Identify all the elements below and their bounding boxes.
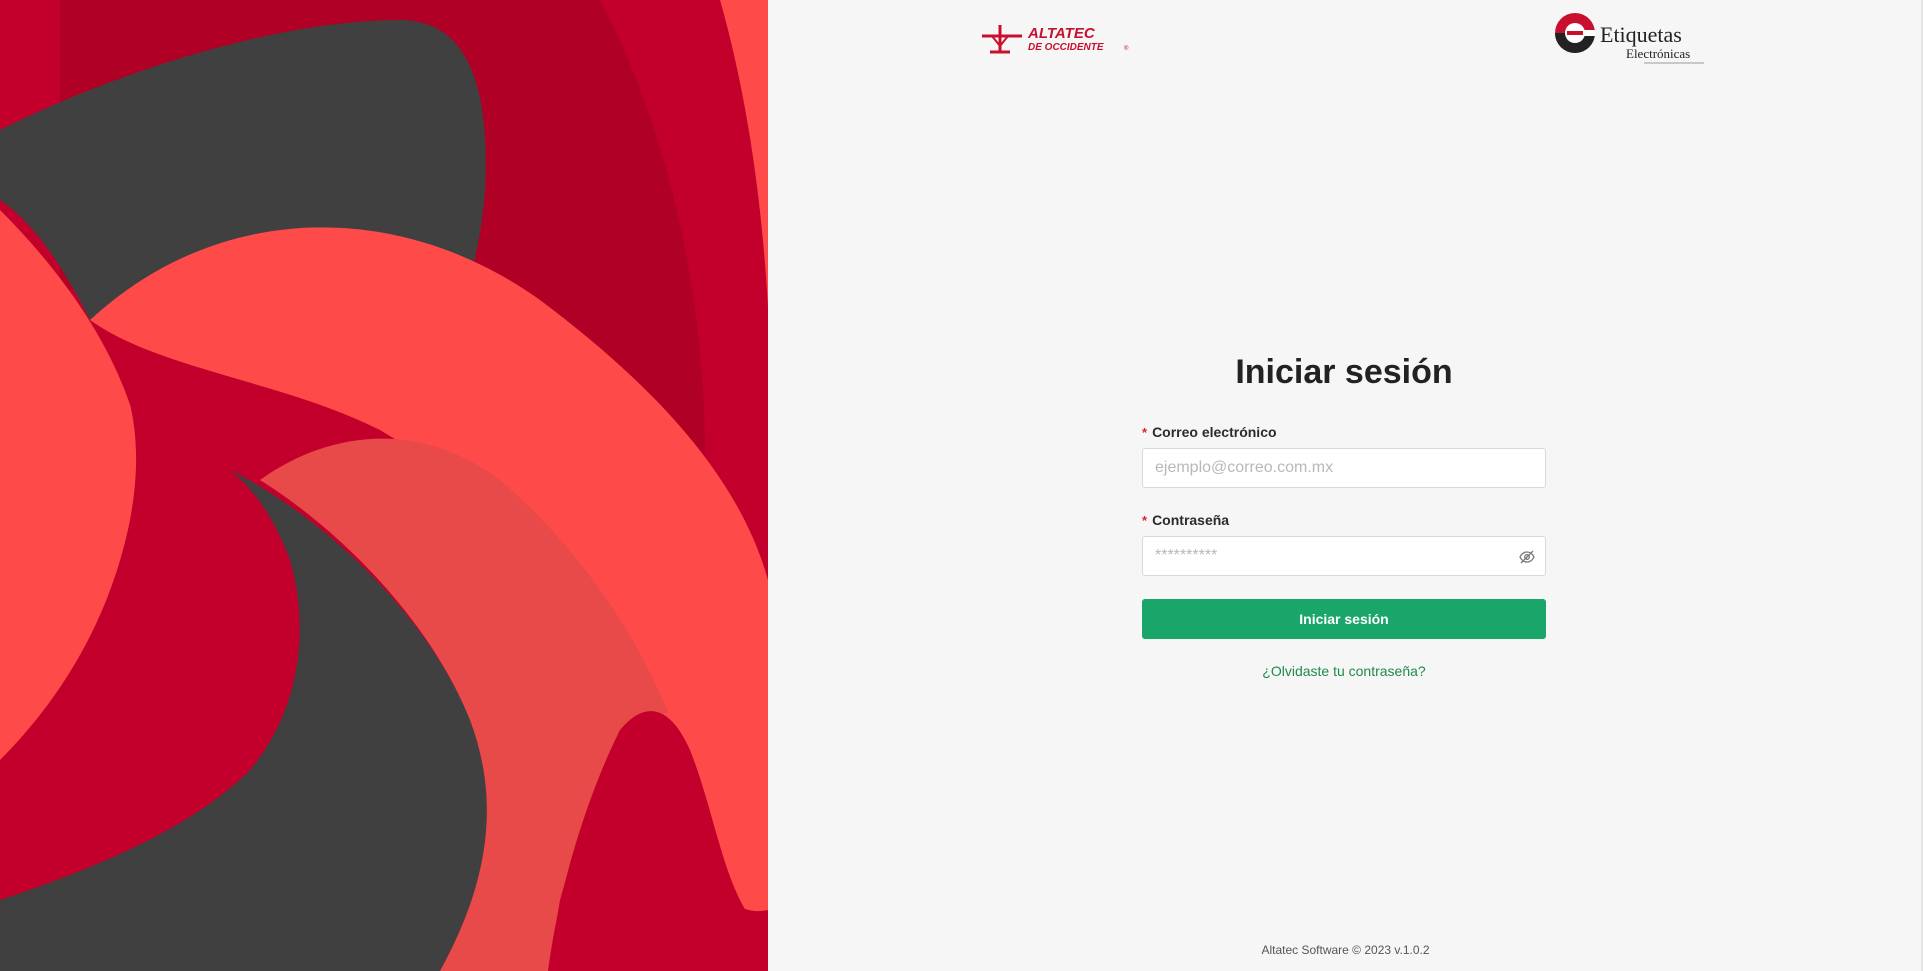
email-field-box xyxy=(1142,448,1546,488)
page-title: Iniciar sesión xyxy=(1235,353,1453,391)
abstract-waves-illustration xyxy=(0,0,768,971)
altatec-wordmark: ALTATEC xyxy=(1027,25,1096,42)
altatec-registered-mark: ® xyxy=(1124,45,1129,52)
password-input[interactable] xyxy=(1143,537,1545,575)
etiquetas-electronicas-logo: Etiquetas Electrónicas xyxy=(1554,12,1708,66)
eye-off-icon[interactable] xyxy=(1518,549,1536,565)
email-input[interactable] xyxy=(1143,449,1545,487)
required-asterisk: * xyxy=(1142,513,1148,528)
forgot-password-link[interactable]: ¿Olvidaste tu contraseña? xyxy=(1142,663,1546,679)
altatec-logo: ALTATEC DE OCCIDENTE ® xyxy=(980,22,1132,56)
footer-copyright: Altatec Software © 2023 v.1.0.2 xyxy=(1261,943,1430,957)
login-page: ALTATEC DE OCCIDENTE ® Etiquetas Electró… xyxy=(0,0,1923,971)
etiquetas-wordmark: Etiquetas xyxy=(1600,22,1682,47)
altatec-crane-icon xyxy=(982,25,1022,54)
password-field-group: * Contraseña xyxy=(1142,512,1546,576)
etiquetas-e-emblem-icon xyxy=(1555,13,1595,53)
altatec-subtitle: DE OCCIDENTE xyxy=(1028,42,1104,53)
email-field-group: * Correo electrónico xyxy=(1142,424,1546,488)
login-content-panel: ALTATEC DE OCCIDENTE ® Etiquetas Electró… xyxy=(768,0,1923,971)
login-form: Iniciar sesión * Correo electrónico * Cont… xyxy=(1142,346,1546,679)
password-field-box xyxy=(1142,536,1546,576)
password-label-text: Contraseña xyxy=(1152,512,1230,528)
decorative-art-panel xyxy=(0,0,768,971)
email-label: * Correo electrónico xyxy=(1142,424,1546,442)
electronicas-wordmark: Electrónicas xyxy=(1626,46,1690,61)
login-submit-button[interactable]: Iniciar sesión xyxy=(1142,599,1546,639)
email-label-text: Correo electrónico xyxy=(1152,424,1277,440)
password-label: * Contraseña xyxy=(1142,512,1546,530)
required-asterisk: * xyxy=(1142,425,1148,440)
